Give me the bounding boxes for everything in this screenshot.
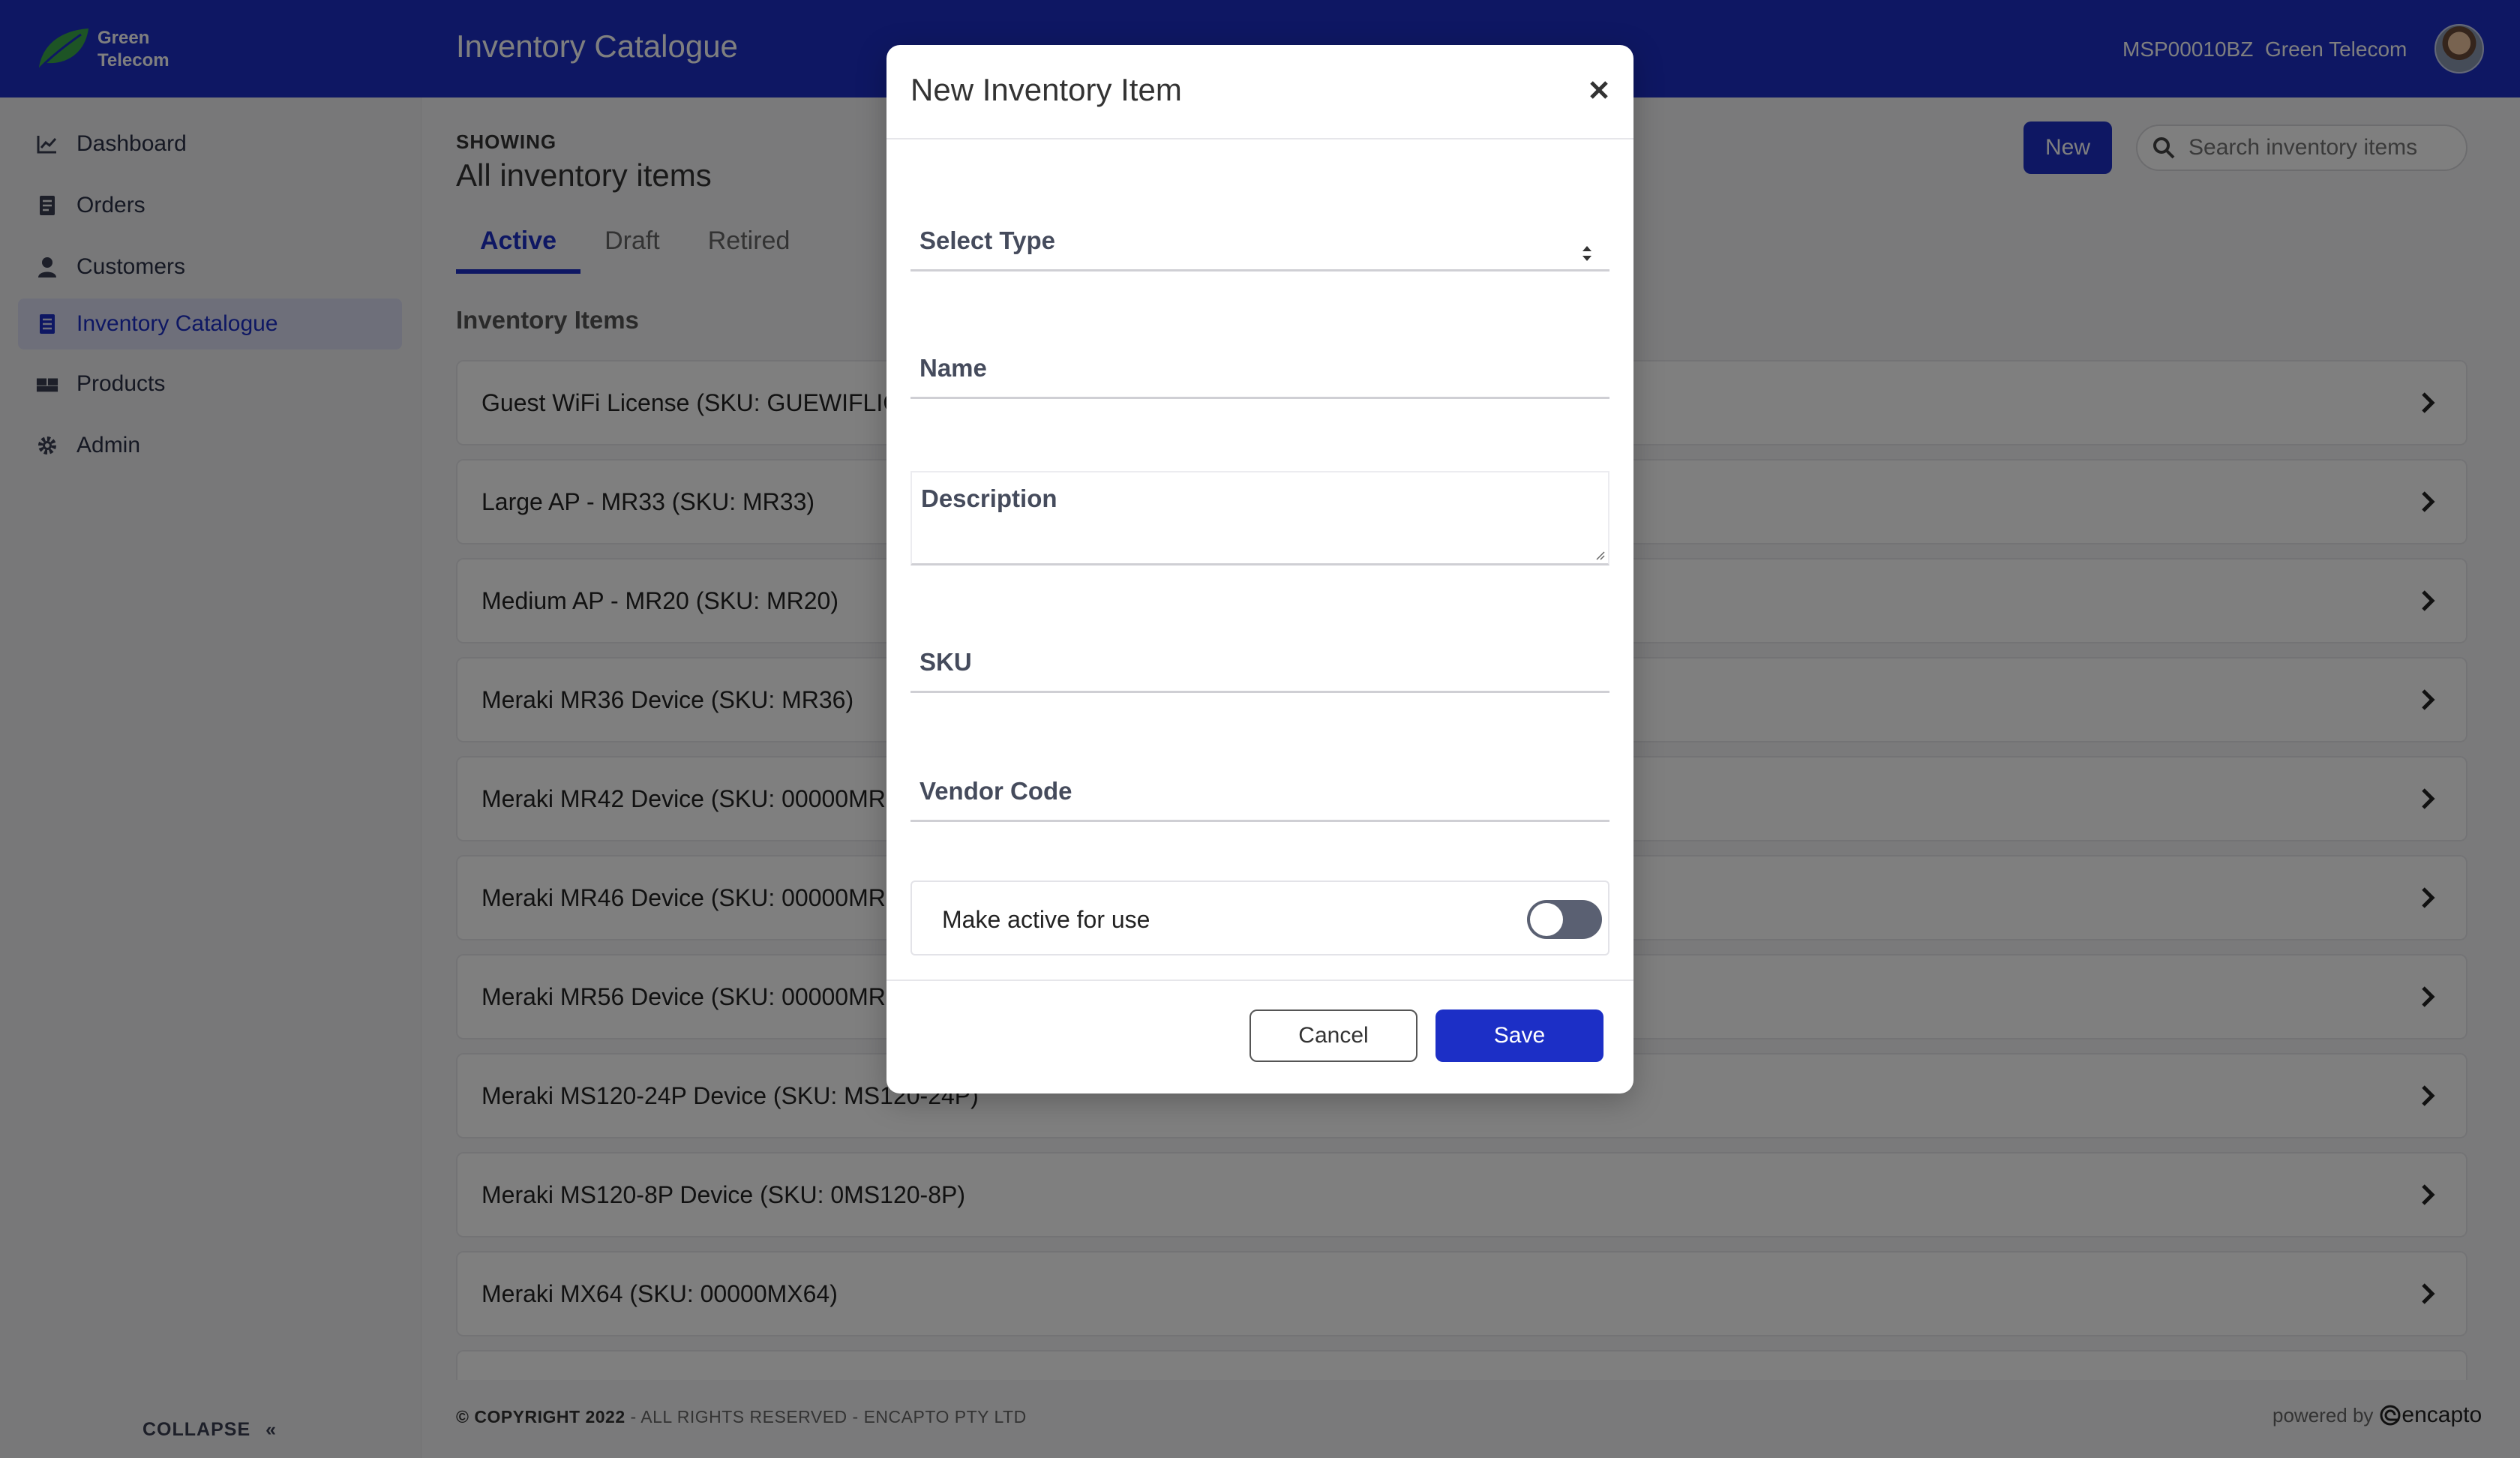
toggle-knob	[1530, 903, 1563, 936]
type-select[interactable]: Select Type	[910, 216, 1610, 272]
vendor-code-field[interactable]: Vendor Code	[910, 766, 1610, 822]
resize-handle-icon[interactable]	[1594, 550, 1605, 560]
active-toggle-row: Make active for use	[910, 880, 1610, 956]
new-inventory-item-dialog: New Inventory Item Select Type Name Desc…	[886, 45, 1634, 1094]
sku-field[interactable]: SKU	[910, 638, 1610, 693]
name-field[interactable]: Name	[910, 344, 1610, 399]
dialog-title: New Inventory Item	[910, 72, 1182, 107]
name-field-label: Name	[920, 354, 987, 382]
dialog-footer-divider	[886, 980, 1634, 981]
vendor-code-field-label: Vendor Code	[920, 777, 1072, 805]
description-field-label: Description	[921, 484, 1058, 512]
description-field[interactable]: Description	[910, 471, 1610, 566]
sku-field-label: SKU	[920, 648, 972, 676]
dialog-header: New Inventory Item	[886, 45, 1634, 140]
active-toggle-label: Make active for use	[942, 906, 1150, 933]
close-icon	[1590, 81, 1608, 99]
cancel-button[interactable]: Cancel	[1250, 1010, 1418, 1062]
close-button[interactable]	[1582, 74, 1616, 106]
save-button[interactable]: Save	[1436, 1010, 1604, 1062]
sort-arrows-icon	[1582, 246, 1592, 261]
active-toggle[interactable]	[1527, 900, 1602, 939]
type-select-label: Select Type	[920, 226, 1055, 254]
